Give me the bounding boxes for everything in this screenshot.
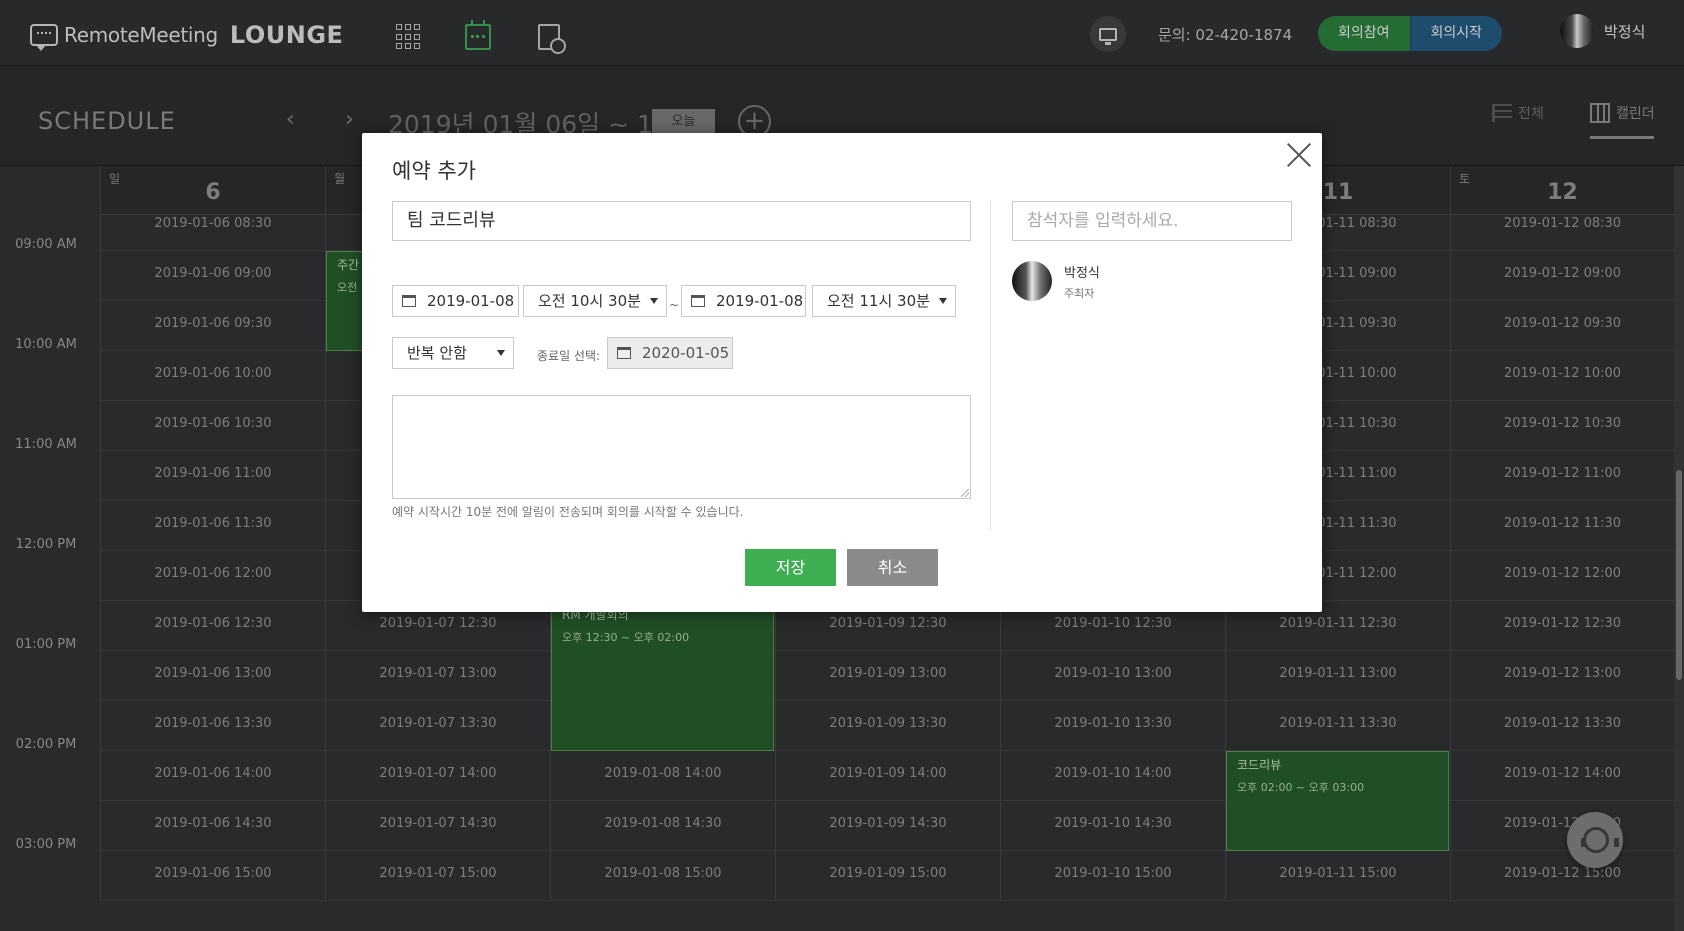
notification-hint: 예약 시작시간 10분 전에 알림이 전송되며 회의를 시작할 수 있습니다. [392,505,744,519]
repeat-value: 반복 안함 [407,344,467,362]
repeat-end-label: 종료일 선택: [537,349,601,363]
vertical-divider [990,201,991,531]
repeat-end-date-picker[interactable]: 2020-01-05 [607,337,733,369]
chevron-down-icon [939,298,947,304]
avatar [1012,261,1052,301]
attendee-name: 박정식 [1064,265,1100,281]
calendar-icon [617,347,631,359]
calendar-icon [402,295,416,307]
save-button[interactable]: 저장 [745,549,836,586]
start-date-value: 2019-01-08 [427,292,515,310]
start-time-select[interactable]: 오전 10시 30분 [523,285,667,317]
memo-textarea[interactable] [392,395,971,499]
end-time-select[interactable]: 오전 11시 30분 [812,285,956,317]
close-icon[interactable] [1286,141,1312,167]
end-date-picker[interactable]: 2019-01-08 [681,285,806,317]
attendee-item: 박정식 주최자 [1012,261,1100,301]
chevron-down-icon [650,298,658,304]
chevron-down-icon [497,350,505,356]
cancel-button[interactable]: 취소 [847,549,938,586]
start-date-picker[interactable]: 2019-01-08 [392,285,519,317]
start-time-value: 오전 10시 30분 [538,292,641,310]
meeting-title-input[interactable]: 팀 코드리뷰 [392,201,971,241]
add-reservation-dialog: 예약 추가 팀 코드리뷰 2019-01-08 오전 10시 30분 ~ 201… [362,133,1322,612]
attendee-input[interactable]: 참석자를 입력하세요. [1012,201,1292,241]
repeat-end-date-value: 2020-01-05 [642,344,730,362]
dialog-title: 예약 추가 [392,159,476,183]
attendee-role: 주최자 [1064,286,1095,300]
end-time-value: 오전 11시 30분 [827,292,930,310]
calendar-icon [691,295,705,307]
range-separator: ~ [669,298,680,312]
repeat-select[interactable]: 반복 안함 [392,337,514,369]
end-date-value: 2019-01-08 [716,292,804,310]
